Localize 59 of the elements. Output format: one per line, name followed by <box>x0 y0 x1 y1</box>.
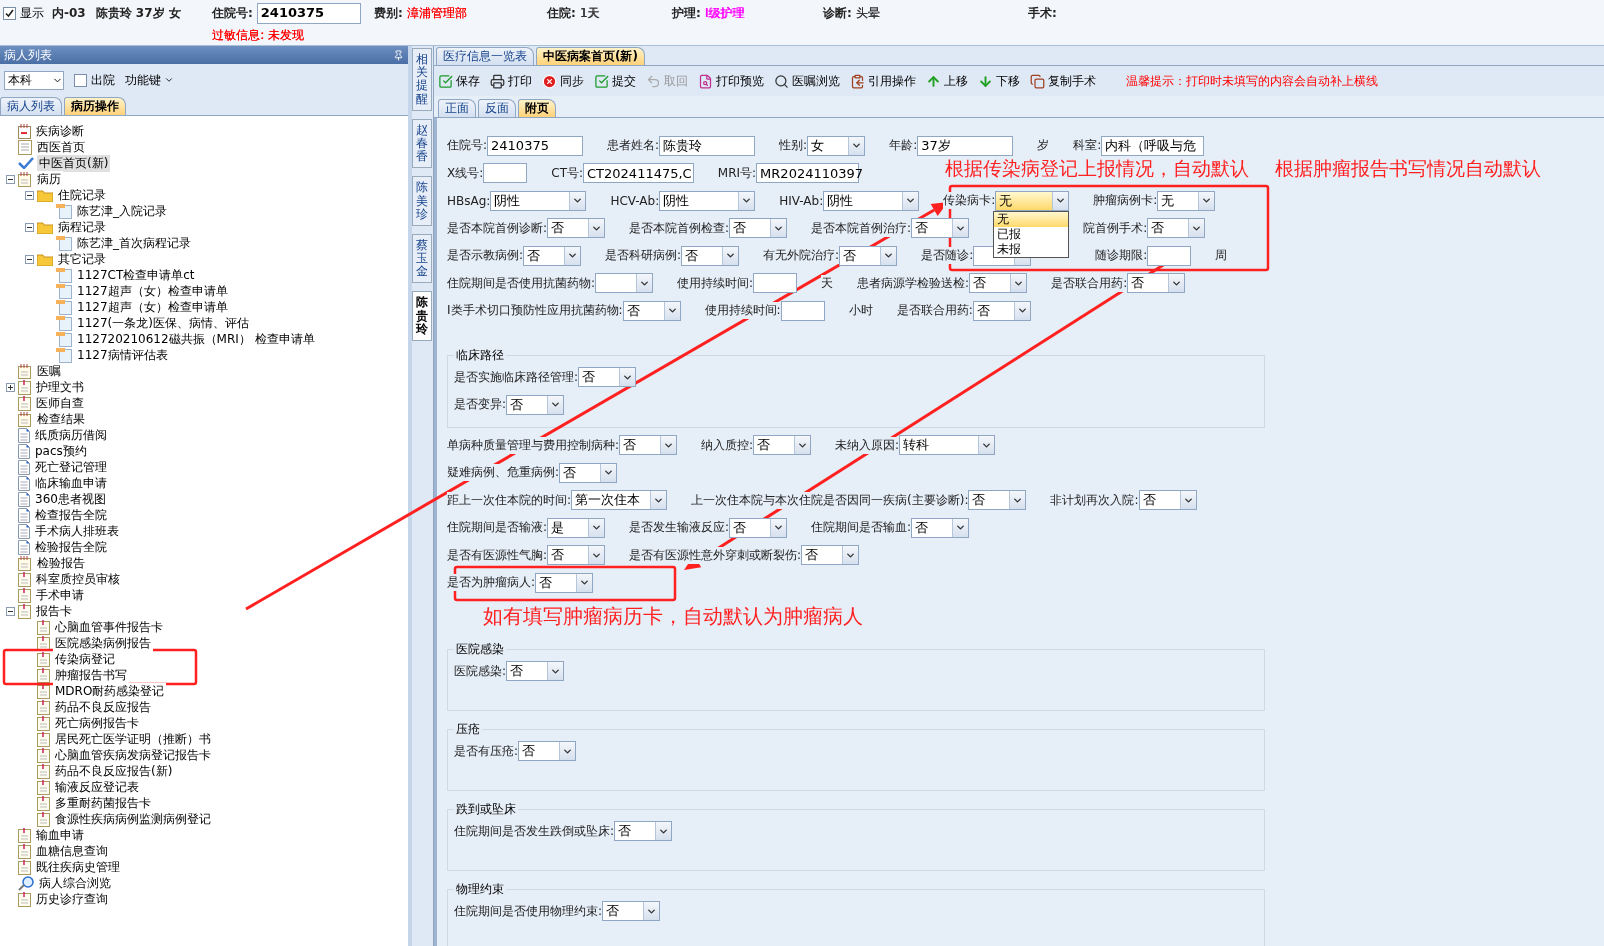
field-label: 单病种质量管理与费用控制病种: <box>447 436 620 454</box>
field-label: 是否联合用药: <box>1051 274 1128 292</box>
checkbox-label: 显示 <box>20 4 44 22</box>
annotation-text: 根据肿瘤报告书写情况自动默认 <box>1275 156 1541 181</box>
field-label: 院首例手术: <box>1083 219 1148 237</box>
field-label: X线号: <box>447 164 484 182</box>
group-title: 临床路径 <box>454 346 506 364</box>
allergy-label: 过敏信息: <box>212 27 265 44</box>
header-label: 诊断: <box>823 4 852 22</box>
field-label: 是否本院首例诊断: <box>447 219 548 237</box>
field-label: 使用持续时间: <box>677 274 754 292</box>
field-label: 是否有压疮: <box>454 742 519 760</box>
field-label: 距上一次住本院的时间: <box>447 491 572 509</box>
group-title: 跌到或坠床 <box>454 800 518 818</box>
header-label: 手术: <box>1028 4 1057 22</box>
field-label: 住院期间是否使用抗菌药物: <box>447 274 596 292</box>
checkbox-label: 出院 <box>91 71 115 89</box>
field-label: 是否有医源性意外穿刺或断裂伤: <box>629 546 802 564</box>
header-label: 住院号: <box>212 4 253 22</box>
field-label: 是否随诊: <box>921 247 974 265</box>
panel-title: 病人列表 <box>4 46 52 64</box>
field-label: 是否为肿瘤病人: <box>447 574 536 592</box>
group-title: 压疮 <box>454 720 482 738</box>
field-label: 传染病卡: <box>943 192 996 210</box>
group-title: 医院感染 <box>454 640 506 658</box>
header-value: 漳浦管理部 <box>406 4 467 22</box>
field-label: HCV-Ab: <box>610 193 660 208</box>
header-label: 护理: <box>672 4 701 22</box>
field-label: HIV-Ab: <box>779 193 824 208</box>
header-value: 头晕 <box>855 4 880 22</box>
tip-text: 温馨提示：打印时未填写的内容会自动补上横线 <box>1126 72 1378 90</box>
field-label: 患者病源学检验送检: <box>857 274 970 292</box>
field-label: 是否有医源性气胸: <box>447 546 548 564</box>
header-label: 住院: <box>547 4 576 22</box>
field-label: 上一次住本院与本次住院是否因同一疾病(主要诊断): <box>691 491 969 509</box>
header-label: 费别: <box>374 4 403 22</box>
field-label: 是否实施临床路径管理: <box>454 368 579 386</box>
field-label: 医院感染: <box>454 662 507 680</box>
field-label: 疑难病例、危重病例: <box>447 464 560 482</box>
field-label: 有无外院治疗: <box>763 247 840 265</box>
field-label: 是否本院首例检查: <box>629 219 730 237</box>
header-value: I级护理 <box>704 4 745 22</box>
annotation-text: 根据传染病登记上报情况，自动默认 <box>945 156 1249 181</box>
field-label: 使用持续时间: <box>704 302 781 320</box>
unit-label: 天 <box>821 274 834 292</box>
ward-label: 内-03 <box>52 4 86 22</box>
field-label: 住院期间是否发生跌倒或坠床: <box>454 822 615 840</box>
header-value: 1天 <box>579 4 600 22</box>
patient-info: 陈贵玲 37岁 女 <box>95 4 181 22</box>
field-label: 非计划再次入院: <box>1050 491 1139 509</box>
field-label: 住院期间是否使用物理约束: <box>454 902 603 920</box>
field-label: MRI号: <box>717 164 757 182</box>
field-label: 纳入质控: <box>701 436 754 454</box>
field-label: 是否本院首例治疗: <box>811 219 912 237</box>
field-label: 未纳入原因: <box>835 436 900 454</box>
group-title: 物理约束 <box>454 880 506 898</box>
field-label: HBsAg: <box>447 193 491 208</box>
field-label: CT号: <box>551 164 584 182</box>
allergy-value: 未发现 <box>268 27 305 44</box>
